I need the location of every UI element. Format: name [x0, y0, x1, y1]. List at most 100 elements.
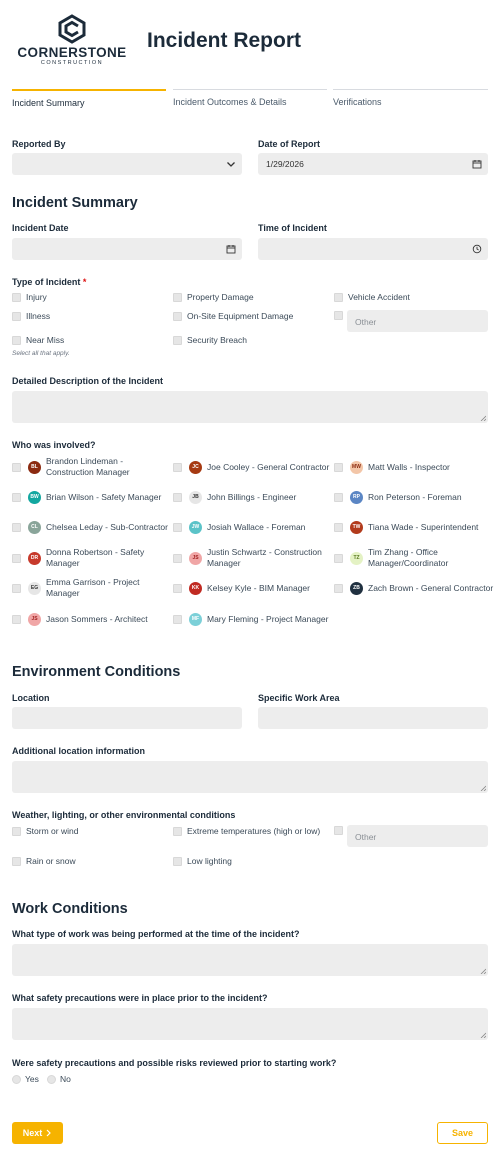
- person-john-billings[interactable]: JB John Billings - Engineer: [173, 485, 333, 509]
- incident-type-injury[interactable]: Injury: [12, 292, 47, 302]
- description-textarea[interactable]: [12, 391, 488, 423]
- radio-circle[interactable]: [47, 1074, 56, 1084]
- checkbox[interactable]: [12, 335, 21, 345]
- person-jason-sommers[interactable]: JS Jason Sommers - Architect: [12, 607, 172, 631]
- weather-other-input[interactable]: Other: [347, 825, 488, 847]
- reported-by-select[interactable]: [12, 153, 242, 175]
- calendar-icon[interactable]: [226, 244, 236, 254]
- checkbox[interactable]: [173, 553, 182, 563]
- checkbox[interactable]: [173, 614, 182, 624]
- checkbox[interactable]: [12, 553, 21, 563]
- step-tabs: Incident Summary Incident Outcomes & Det…: [12, 89, 488, 113]
- person-emma-garrison[interactable]: EG Emma Garrison - Project Manager: [12, 576, 172, 600]
- person-name: Joe Cooley - General Contractor: [207, 461, 330, 472]
- person-joe-cooley[interactable]: JC Joe Cooley - General Contractor: [173, 455, 333, 479]
- checkbox[interactable]: [12, 311, 21, 321]
- reviewed-yes-radio[interactable]: Yes: [12, 1074, 39, 1084]
- checkbox[interactable]: [12, 614, 21, 624]
- person-name: Kelsey Kyle - BIM Manager: [207, 582, 310, 593]
- additional-location-textarea[interactable]: [12, 761, 488, 793]
- resize-handle-icon[interactable]: [480, 968, 486, 974]
- other-placeholder: Other: [355, 317, 377, 327]
- incident-type-equipment-damage[interactable]: On-Site Equipment Damage: [173, 311, 293, 321]
- resize-handle-icon[interactable]: [480, 415, 486, 421]
- checkbox[interactable]: [334, 462, 343, 472]
- work-area-input[interactable]: [258, 707, 488, 729]
- avatar: ZB: [350, 581, 363, 595]
- tab-incident-outcomes[interactable]: Incident Outcomes & Details: [173, 89, 327, 113]
- person-donna-robertson[interactable]: DR Donna Robertson - Safety Manager: [12, 546, 172, 570]
- checkbox[interactable]: [334, 553, 343, 563]
- person-tiana-wade[interactable]: TW Tiana Wade - Superintendent: [334, 515, 494, 539]
- incident-type-other-input[interactable]: Other: [347, 310, 488, 332]
- tab-incident-summary[interactable]: Incident Summary: [12, 89, 166, 113]
- incident-type-vehicle-accident[interactable]: Vehicle Accident: [334, 292, 410, 302]
- person-justin-schwartz[interactable]: JS Justin Schwartz - Construction Manager: [173, 546, 333, 570]
- person-kelsey-kyle[interactable]: KK Kelsey Kyle - BIM Manager: [173, 576, 333, 600]
- checkbox[interactable]: [173, 335, 182, 345]
- person-mary-fleming[interactable]: MF Mary Fleming - Project Manager: [173, 607, 333, 631]
- person-josiah-wallace[interactable]: JW Josiah Wallace - Foreman: [173, 515, 333, 539]
- checkbox-label: Extreme temperatures (high or low): [187, 826, 321, 836]
- person-ron-peterson[interactable]: RP Ron Peterson - Foreman: [334, 485, 494, 509]
- calendar-icon[interactable]: [472, 159, 482, 169]
- weather-storm-wind[interactable]: Storm or wind: [12, 826, 78, 836]
- person-matt-walls[interactable]: MW Matt Walls - Inspector: [334, 455, 494, 479]
- checkbox[interactable]: [12, 583, 21, 593]
- precautions-textarea[interactable]: [12, 1008, 488, 1040]
- resize-handle-icon[interactable]: [480, 1032, 486, 1038]
- work-type-textarea[interactable]: [12, 944, 488, 976]
- weather-low-lighting[interactable]: Low lighting: [173, 856, 232, 866]
- weather-other-checkbox[interactable]: [334, 826, 348, 835]
- date-of-report-input[interactable]: 1/29/2026: [258, 153, 488, 175]
- checkbox[interactable]: [173, 311, 182, 321]
- checkbox[interactable]: [173, 856, 182, 866]
- checkbox[interactable]: [334, 492, 343, 502]
- next-button[interactable]: Next: [12, 1122, 63, 1144]
- save-button[interactable]: Save: [437, 1122, 488, 1144]
- checkbox[interactable]: [12, 492, 21, 502]
- clock-icon[interactable]: [472, 244, 482, 254]
- radio-circle[interactable]: [12, 1074, 21, 1084]
- reviewed-no-radio[interactable]: No: [47, 1074, 71, 1084]
- incident-type-other-checkbox[interactable]: [334, 311, 348, 320]
- checkbox[interactable]: [334, 583, 343, 593]
- incident-type-illness[interactable]: Illness: [12, 311, 50, 321]
- person-zach-brown[interactable]: ZB Zach Brown - General Contractor: [334, 576, 494, 600]
- checkbox[interactable]: [173, 827, 182, 836]
- checkbox-label: Rain or snow: [26, 856, 76, 866]
- checkbox[interactable]: [173, 462, 182, 472]
- location-input[interactable]: [12, 707, 242, 729]
- checkbox[interactable]: [12, 522, 21, 532]
- checkbox[interactable]: [173, 583, 182, 593]
- avatar: JS: [28, 612, 41, 626]
- reviewed-label: Were safety precautions and possible ris…: [12, 1058, 337, 1068]
- person-brian-wilson[interactable]: BW Brian Wilson - Safety Manager: [12, 485, 172, 509]
- checkbox[interactable]: [334, 292, 343, 302]
- checkbox[interactable]: [173, 292, 182, 302]
- person-chelsea-leday[interactable]: CL Chelsea Leday - Sub-Contractor: [12, 515, 172, 539]
- incident-type-security-breach[interactable]: Security Breach: [173, 335, 247, 345]
- incident-type-near-miss[interactable]: Near Miss: [12, 335, 64, 345]
- person-brandon-lindeman[interactable]: BL Brandon Lindeman - Construction Manage…: [12, 455, 172, 479]
- checkbox[interactable]: [173, 492, 182, 502]
- resize-handle-icon[interactable]: [480, 785, 486, 791]
- checkbox[interactable]: [334, 311, 343, 320]
- tab-verifications[interactable]: Verifications: [333, 89, 488, 113]
- chevron-right-icon: [46, 1129, 52, 1137]
- weather-rain-snow[interactable]: Rain or snow: [12, 856, 76, 866]
- checkbox[interactable]: [12, 462, 21, 472]
- checkbox[interactable]: [173, 522, 182, 532]
- checkbox[interactable]: [12, 826, 21, 836]
- checkbox[interactable]: [12, 856, 21, 866]
- incident-date-input[interactable]: [12, 238, 242, 260]
- incident-type-property-damage[interactable]: Property Damage: [173, 292, 254, 302]
- checkbox[interactable]: [334, 522, 343, 532]
- weather-extreme-temps[interactable]: Extreme temperatures (high or low): [173, 826, 323, 837]
- checkbox[interactable]: [12, 292, 21, 302]
- person-tim-zhang[interactable]: TZ Tim Zhang - Office Manager/Coordinator: [334, 546, 494, 570]
- time-of-incident-input[interactable]: [258, 238, 488, 260]
- checkbox-label: Property Damage: [187, 292, 254, 302]
- checkbox[interactable]: [334, 826, 343, 835]
- checkbox-label: Injury: [26, 292, 47, 302]
